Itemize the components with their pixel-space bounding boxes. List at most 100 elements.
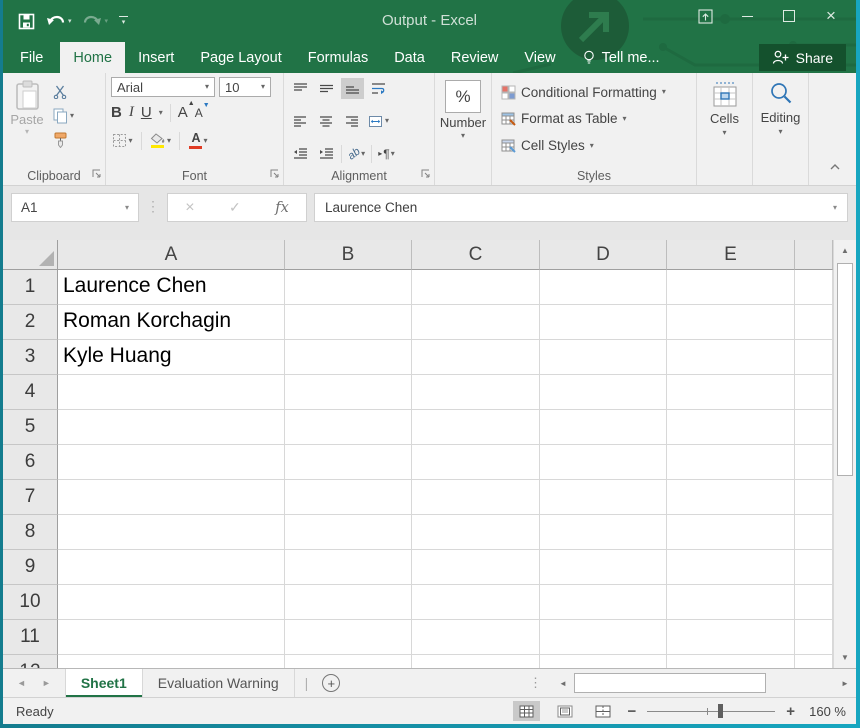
paste-button[interactable]: Paste ▾ bbox=[3, 76, 51, 167]
borders-button[interactable]: ▾ bbox=[111, 130, 134, 151]
bold-button[interactable]: B bbox=[111, 104, 122, 121]
cell-A8[interactable] bbox=[58, 515, 285, 550]
cell-partial9[interactable] bbox=[795, 550, 833, 585]
text-direction-caret[interactable]: ▾ bbox=[391, 150, 395, 158]
number-button[interactable]: % Number ▾ bbox=[435, 76, 491, 185]
cell-E2[interactable] bbox=[667, 305, 795, 340]
styles-item-caret[interactable]: ▾ bbox=[662, 88, 666, 96]
row-header-4[interactable]: 4 bbox=[3, 375, 58, 410]
cell-B9[interactable] bbox=[285, 550, 412, 585]
cell-B5[interactable] bbox=[285, 410, 412, 445]
cell-C11[interactable] bbox=[412, 620, 540, 655]
sheet-nav-right-arrow[interactable]: ► bbox=[42, 678, 51, 688]
row-header-12[interactable]: 12 bbox=[3, 655, 58, 668]
styles-item-cell-styles[interactable]: Cell Styles▾ bbox=[492, 135, 696, 157]
vertical-scrollbar[interactable]: ▲ ▼ bbox=[833, 240, 856, 668]
share-button[interactable]: Share bbox=[759, 44, 846, 71]
normal-view-button[interactable] bbox=[513, 701, 540, 721]
select-all-button[interactable] bbox=[3, 240, 58, 270]
scroll-right-arrow[interactable]: ► bbox=[836, 679, 854, 688]
enter-icon[interactable]: ✓ bbox=[229, 199, 241, 216]
scroll-up-arrow[interactable]: ▲ bbox=[834, 240, 856, 261]
paste-dropdown-caret[interactable]: ▾ bbox=[25, 128, 29, 136]
cell-partial6[interactable] bbox=[795, 445, 833, 480]
middle-align-button[interactable] bbox=[315, 78, 338, 99]
zoom-slider-thumb[interactable] bbox=[718, 704, 723, 718]
new-sheet-button[interactable]: + bbox=[322, 674, 340, 692]
cell-A2[interactable]: Roman Korchagin bbox=[58, 305, 285, 340]
column-header-B[interactable]: B bbox=[285, 240, 412, 270]
expand-formula-bar-caret[interactable]: ▾ bbox=[833, 204, 837, 212]
name-box-caret[interactable]: ▾ bbox=[125, 204, 129, 212]
cell-E11[interactable] bbox=[667, 620, 795, 655]
cell-B8[interactable] bbox=[285, 515, 412, 550]
zoom-level[interactable]: 160 % bbox=[806, 704, 846, 719]
horizontal-scrollbar-thumb[interactable] bbox=[574, 673, 766, 693]
cell-partial11[interactable] bbox=[795, 620, 833, 655]
column-header-A[interactable]: A bbox=[58, 240, 285, 270]
cell-E3[interactable] bbox=[667, 340, 795, 375]
text-direction-button[interactable]: ▸ ¶ ▾ bbox=[375, 143, 398, 164]
formula-input[interactable]: Laurence Chen ▾ bbox=[314, 193, 848, 222]
minimize-button[interactable] bbox=[726, 0, 768, 32]
font-size-combobox[interactable]: 10 ▾ bbox=[219, 77, 271, 97]
cell-B10[interactable] bbox=[285, 585, 412, 620]
copy-button[interactable]: ▾ bbox=[51, 106, 76, 126]
decrease-indent-button[interactable] bbox=[289, 143, 312, 164]
cell-A3[interactable]: Kyle Huang bbox=[58, 340, 285, 375]
top-align-button[interactable] bbox=[289, 78, 312, 99]
cell-A5[interactable] bbox=[58, 410, 285, 445]
tab-formulas[interactable]: Formulas bbox=[295, 42, 381, 73]
row-header-11[interactable]: 11 bbox=[3, 620, 58, 655]
cell-C8[interactable] bbox=[412, 515, 540, 550]
cell-B1[interactable] bbox=[285, 270, 412, 305]
cell-B4[interactable] bbox=[285, 375, 412, 410]
cell-E9[interactable] bbox=[667, 550, 795, 585]
cells-caret[interactable]: ▾ bbox=[722, 129, 726, 137]
cut-button[interactable] bbox=[51, 82, 76, 102]
ribbon-display-options-button[interactable] bbox=[684, 0, 726, 32]
cell-D5[interactable] bbox=[540, 410, 667, 445]
cell-D12[interactable] bbox=[540, 655, 667, 668]
page-layout-view-button[interactable] bbox=[551, 701, 578, 721]
zoom-in-button[interactable]: + bbox=[786, 703, 795, 720]
cell-C3[interactable] bbox=[412, 340, 540, 375]
scroll-left-arrow[interactable]: ◄ bbox=[554, 679, 572, 688]
cell-partial12[interactable] bbox=[795, 655, 833, 668]
cancel-icon[interactable]: × bbox=[185, 199, 194, 217]
wrap-text-button[interactable] bbox=[367, 78, 390, 99]
cells-button[interactable]: Cells ▾ bbox=[697, 76, 752, 185]
increase-font-size-button[interactable]: A▲ bbox=[178, 104, 188, 121]
column-header-E[interactable]: E bbox=[667, 240, 795, 270]
editing-caret[interactable]: ▾ bbox=[778, 128, 782, 136]
cell-C2[interactable] bbox=[412, 305, 540, 340]
fill-color-button[interactable]: ▾ bbox=[149, 130, 172, 151]
align-left-button[interactable] bbox=[289, 111, 312, 132]
cell-E7[interactable] bbox=[667, 480, 795, 515]
cell-A1[interactable]: Laurence Chen bbox=[58, 270, 285, 305]
cell-E8[interactable] bbox=[667, 515, 795, 550]
underline-dropdown-caret[interactable]: ▾ bbox=[159, 109, 163, 117]
increase-indent-button[interactable] bbox=[315, 143, 338, 164]
cell-C6[interactable] bbox=[412, 445, 540, 480]
cell-partial3[interactable] bbox=[795, 340, 833, 375]
copy-dropdown-caret[interactable]: ▾ bbox=[70, 112, 74, 120]
cell-C5[interactable] bbox=[412, 410, 540, 445]
styles-item-format-as-table[interactable]: Format as Table▾ bbox=[492, 108, 696, 130]
row-header-2[interactable]: 2 bbox=[3, 305, 58, 340]
undo-button[interactable]: ▾ bbox=[46, 14, 72, 28]
styles-item-caret[interactable]: ▾ bbox=[590, 142, 594, 150]
cell-partial8[interactable] bbox=[795, 515, 833, 550]
cell-C1[interactable] bbox=[412, 270, 540, 305]
cell-A10[interactable] bbox=[58, 585, 285, 620]
cell-A12[interactable] bbox=[58, 655, 285, 668]
cell-E12[interactable] bbox=[667, 655, 795, 668]
cell-partial2[interactable] bbox=[795, 305, 833, 340]
maximize-button[interactable] bbox=[768, 0, 810, 32]
row-header-3[interactable]: 3 bbox=[3, 340, 58, 375]
insert-function-icon[interactable]: fx bbox=[275, 200, 289, 216]
save-button[interactable] bbox=[18, 13, 35, 30]
cell-partial7[interactable] bbox=[795, 480, 833, 515]
cell-D2[interactable] bbox=[540, 305, 667, 340]
cell-A7[interactable] bbox=[58, 480, 285, 515]
